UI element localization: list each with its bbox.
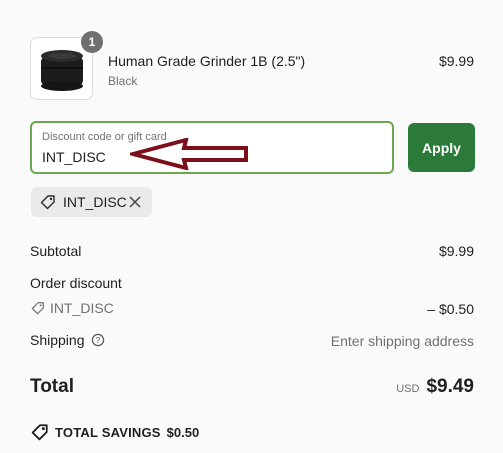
discount-value: – $0.50 <box>427 301 474 317</box>
total-label: Total <box>30 376 74 397</box>
savings-amount: $0.50 <box>166 424 200 440</box>
tag-icon <box>31 302 44 315</box>
subtotal-label: Subtotal <box>30 243 82 259</box>
discount-code-row: INT_DISC <box>31 300 114 316</box>
quantity-badge: 1 <box>81 31 103 53</box>
shipping-label: Shipping <box>30 332 85 348</box>
product-name: Human Grade Grinder 1B (2.5") <box>108 53 306 69</box>
discount-field-value[interactable]: INT_DISC <box>42 149 106 165</box>
product-price: $9.99 <box>438 53 474 69</box>
shipping-row: Shipping ? <box>30 332 105 348</box>
tag-icon <box>40 195 55 210</box>
currency-code: USD <box>396 383 420 395</box>
total-amount: $9.49 <box>426 376 474 397</box>
total-amount-group: USD $9.49 <box>396 376 474 398</box>
product-variant: Black <box>108 74 138 88</box>
applied-discount-code: INT_DISC <box>63 194 127 210</box>
arrow-left-icon <box>130 138 248 170</box>
svg-text:?: ? <box>95 336 100 345</box>
grinder-product-image <box>41 50 83 91</box>
apply-button[interactable]: Apply <box>408 123 475 172</box>
shipping-value: Enter shipping address <box>330 333 474 349</box>
tag-icon <box>31 424 48 441</box>
savings-label: TOTAL SAVINGS <box>55 424 161 440</box>
discount-code-label: INT_DISC <box>50 300 114 316</box>
order-discount-label: Order discount <box>30 275 122 291</box>
help-icon[interactable]: ? <box>91 333 105 347</box>
total-savings: TOTAL SAVINGS $0.50 <box>31 423 199 441</box>
subtotal-value: $9.99 <box>438 243 474 259</box>
close-icon[interactable] <box>127 194 143 210</box>
applied-discount-chip: INT_DISC <box>31 187 152 217</box>
